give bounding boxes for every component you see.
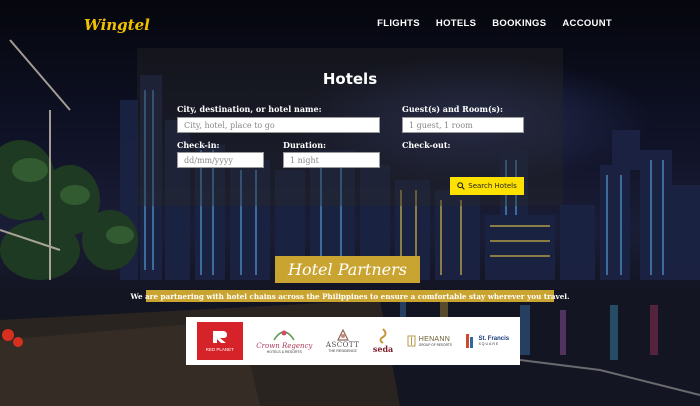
red-planet-logo-text: RED PLANET [205,347,234,352]
destination-label: City, destination, or hotel name: [177,104,322,114]
nav-bookings[interactable]: BOOKINGS [492,18,546,29]
ascott-logo-sub: THE RESIDENCE [328,349,357,353]
red-planet-mark-icon [212,331,227,343]
crown-regency-logo-sub: HOTELS & RESORTS [266,350,302,354]
partners-description: We are partnering with hotel chains acro… [130,290,570,302]
henann-emblem-icon [407,335,416,347]
search-hotels-button[interactable]: Search Hotels [450,177,524,195]
st-francis-logo-sub: SQUARE [478,342,500,346]
checkin-date-input[interactable] [177,152,264,168]
seda-logo-text: seda [372,344,394,354]
partner-logo-red-planet[interactable]: RED PLANET [196,321,243,361]
duration-select[interactable] [283,152,380,168]
search-button-label: Search Hotels [468,182,517,190]
top-nav: FLIGHTS HOTELS BOOKINGS ACCOUNT [377,18,612,29]
guests-input[interactable] [402,117,524,133]
crown-regency-emblem-icon [273,330,295,341]
page-title: Hotels [322,70,378,88]
checkout-label: Check-out: [402,140,451,150]
crown-regency-logo-text: Crown Regency [256,342,313,350]
search-icon [457,182,466,190]
partner-logo-seda[interactable]: seda [373,321,393,361]
nav-account[interactable]: ACCOUNT [562,18,612,29]
partners-heading: Hotel Partners [275,256,420,283]
brand-logo[interactable]: Wingtel [84,16,150,34]
ascott-logo-text: ASCOTT [325,341,360,349]
partner-logo-henann[interactable]: HENANN GROUP OF RESORTS [407,321,452,361]
henann-logo-text: HENANN [418,335,451,343]
seda-emblem-icon [379,328,387,344]
partner-logo-ascott[interactable]: ASCOTT THE RESIDENCE [326,321,359,361]
nav-flights[interactable]: FLIGHTS [377,18,420,29]
ascott-emblem-icon [336,329,349,341]
guests-label: Guest(s) and Room(s): [402,104,503,114]
partner-logo-crown-regency[interactable]: Crown Regency HOTELS & RESORTS [256,321,312,361]
henann-logo-sub: GROUP OF RESORTS [418,342,452,347]
nav-hotels[interactable]: HOTELS [436,18,476,29]
checkin-label: Check-in: [177,140,220,150]
duration-label: Duration: [283,140,326,150]
partner-logos-strip: RED PLANET Crown Regency HOTELS & RESORT… [186,317,520,365]
partner-logo-st-francis[interactable]: St. Francis SQUARE [465,321,509,361]
destination-input[interactable] [177,117,380,133]
st-francis-emblem-icon [466,334,474,348]
